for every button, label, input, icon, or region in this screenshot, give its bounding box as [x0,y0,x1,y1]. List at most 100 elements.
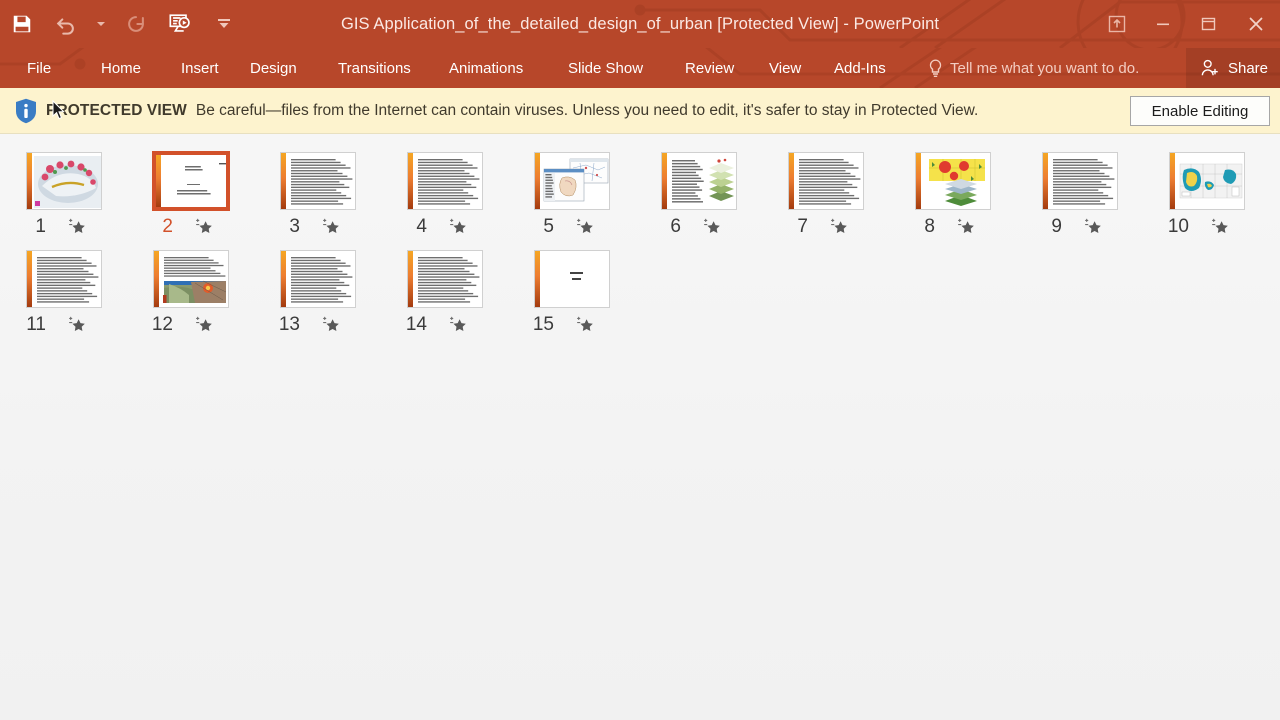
slide-accent-bar [280,153,286,209]
slide-preview[interactable] [152,250,229,308]
slide-star-button[interactable] [173,217,235,237]
ribbon-tab-design[interactable]: Design [250,48,297,88]
slide-star-button[interactable] [681,217,743,237]
slide-cell-12[interactable]: 12 [127,250,254,336]
star-rating-icon[interactable] [956,217,976,237]
slide-thumbnail-2[interactable] [151,151,230,211]
slide-preview[interactable] [914,152,991,210]
slide-thumbnail-6[interactable] [660,152,737,210]
slide-preview[interactable] [279,152,356,210]
ribbon-tab-slide-show[interactable]: Slide Show [568,48,643,88]
restore-icon[interactable] [1186,0,1232,48]
start-presentation-icon[interactable] [158,0,202,48]
slide-star-button[interactable] [300,315,362,335]
slide-thumbnail-10[interactable] [1168,152,1245,210]
star-rating-icon[interactable] [1210,217,1230,237]
ribbon-tab-view[interactable]: View [769,48,801,88]
slide-preview[interactable] [533,152,610,210]
slide-cell-3[interactable]: 3 [254,152,381,238]
share-button[interactable]: Share [1185,48,1280,88]
slide-thumbnail-9[interactable] [1041,152,1118,210]
slide-cell-4[interactable]: 4 [381,152,508,238]
slide-cell-13[interactable]: 13 [254,250,381,336]
slide-thumbnail-8[interactable] [914,152,991,210]
customize-qat-icon[interactable] [202,0,246,48]
star-rating-icon[interactable] [575,217,595,237]
ribbon-display-options-icon[interactable] [1094,0,1140,48]
star-rating-icon[interactable] [448,217,468,237]
slide-thumbnail-13[interactable] [279,250,356,308]
slide-cell-7[interactable]: 7 [762,152,889,238]
slide-thumbnail-12[interactable] [152,250,229,308]
undo-icon[interactable] [44,0,88,48]
undo-dropdown-icon[interactable] [88,0,114,48]
slide-star-button[interactable] [300,217,362,237]
slide-cell-11[interactable]: 11 [0,250,127,336]
slide-preview[interactable] [787,152,864,210]
ribbon-tab-home[interactable]: Home [101,48,141,88]
slide-thumbnail-15[interactable] [533,250,610,308]
slide-preview[interactable] [279,250,356,308]
slide-star-button[interactable] [554,315,616,335]
ribbon-tab-add-ins[interactable]: Add-Ins [834,48,886,88]
ribbon-tab-transitions[interactable]: Transitions [338,48,411,88]
slide-star-button[interactable] [46,315,108,335]
slide-preview[interactable] [406,250,483,308]
slide-preview[interactable] [151,151,230,211]
minimize-icon[interactable] [1140,0,1186,48]
slide-cell-9[interactable]: 9 [1016,152,1143,238]
ribbon-tab-insert[interactable]: Insert [181,48,219,88]
slide-cell-15[interactable]: 15 [508,250,635,336]
slide-star-button[interactable] [554,217,616,237]
star-rating-icon[interactable] [829,217,849,237]
slide-thumbnail-1[interactable] [25,152,102,210]
slide-star-button[interactable] [427,315,489,335]
slide-preview[interactable] [1168,152,1245,210]
slide-thumbnail-11[interactable] [25,250,102,308]
slide-thumbnail-3[interactable] [279,152,356,210]
slide-star-button[interactable] [173,315,235,335]
save-icon[interactable] [0,0,44,48]
star-rating-icon[interactable] [67,315,87,335]
slide-star-button[interactable] [808,217,870,237]
slide-preview[interactable] [533,250,610,308]
slide-thumbnail-14[interactable] [406,250,483,308]
close-icon[interactable] [1232,0,1280,48]
slide-star-button[interactable] [427,217,489,237]
enable-editing-button[interactable]: Enable Editing [1130,96,1270,126]
star-rating-icon[interactable] [1083,217,1103,237]
star-rating-icon[interactable] [448,315,468,335]
slide-cell-1[interactable]: 1 [0,152,127,238]
star-rating-icon[interactable] [575,315,595,335]
slide-cell-6[interactable]: 6 [635,152,762,238]
ribbon-tab-file[interactable]: File [27,48,51,88]
tell-me-box[interactable]: Tell me what you want to do. [928,48,1139,88]
slide-star-button[interactable] [935,217,997,237]
ribbon-tab-review[interactable]: Review [685,48,734,88]
slide-preview[interactable] [1041,152,1118,210]
ribbon-tab-animations[interactable]: Animations [449,48,523,88]
slide-cell-14[interactable]: 14 [381,250,508,336]
slide-thumbnail-4[interactable] [406,152,483,210]
slide-cell-2[interactable]: 2 [127,151,254,238]
slide-star-button[interactable] [1062,217,1124,237]
star-rating-icon[interactable] [702,217,722,237]
slide-cell-8[interactable]: 8 [889,152,1016,238]
star-rating-icon[interactable] [194,217,214,237]
slide-cell-5[interactable]: 5 [508,152,635,238]
star-rating-icon[interactable] [194,315,214,335]
star-rating-icon[interactable] [321,315,341,335]
slide-preview[interactable] [406,152,483,210]
slide-thumbnail-7[interactable] [787,152,864,210]
slide-cell-10[interactable]: 10 [1143,152,1270,238]
slide-star-button[interactable] [1189,217,1251,237]
slide-preview[interactable] [660,152,737,210]
slide-star-button[interactable] [46,217,108,237]
slide-preview[interactable] [25,152,102,210]
slide-accent-bar [26,153,32,209]
slide-thumbnail-5[interactable] [533,152,610,210]
star-rating-icon[interactable] [321,217,341,237]
slide-preview[interactable] [25,250,102,308]
star-rating-icon[interactable] [67,217,87,237]
redo-icon[interactable] [114,0,158,48]
